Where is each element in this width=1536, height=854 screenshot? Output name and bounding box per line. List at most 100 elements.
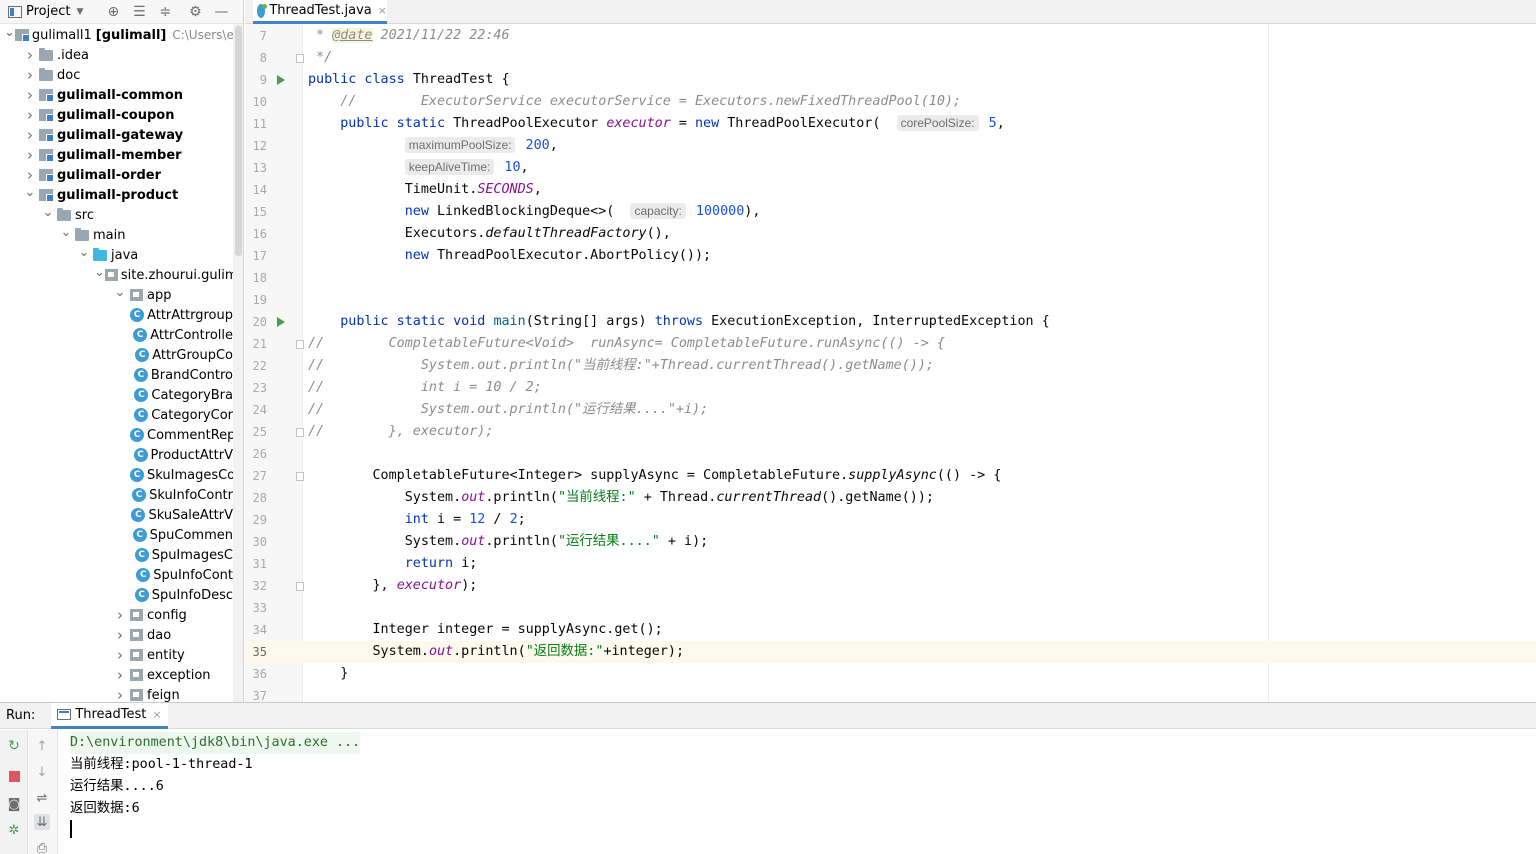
arrow-up-icon[interactable]: ↑ — [34, 738, 50, 754]
code-area[interactable]: 7 * @date 2021/11/22 22:46 8 */9 public cl… — [245, 24, 1536, 702]
tree-item[interactable]: C SpuImagesC — [0, 545, 233, 565]
debug-icon[interactable]: ✲ — [6, 822, 22, 838]
code-line[interactable]: 29 int i = 12 / 2; — [253, 509, 1536, 531]
code-editor[interactable]: 7 * @date 2021/11/22 22:46 8 */9 public cl… — [245, 24, 1536, 702]
code-line[interactable]: 31 return i; — [253, 553, 1536, 575]
tree-item[interactable]: › exception — [0, 665, 233, 685]
chevron-right-icon[interactable]: › — [22, 166, 38, 184]
tree-item[interactable]: › gulimall-member — [0, 145, 233, 165]
code-line[interactable]: 12 maximumPoolSize: 200, — [253, 135, 1536, 157]
code-line[interactable]: 19 — [253, 289, 1536, 311]
gear-icon[interactable]: ⚙ — [187, 4, 203, 20]
tree-item[interactable]: C CategoryBra — [0, 385, 233, 405]
code-line[interactable]: 26 — [253, 443, 1536, 465]
chevron-right-icon[interactable]: › — [112, 606, 128, 624]
fold-marker-icon[interactable] — [296, 340, 304, 349]
tree-item[interactable]: › feign — [0, 685, 233, 702]
settings-icon[interactable]: ▭ — [6, 848, 22, 854]
project-tree-scrollbar[interactable] — [233, 24, 243, 702]
tree-item[interactable]: ⌄ src — [0, 205, 233, 225]
chevron-right-icon[interactable]: › — [22, 146, 38, 164]
close-icon[interactable]: × — [152, 708, 161, 721]
code-line[interactable]: 24 // System.out.println("运行结果...."+i); — [253, 399, 1536, 421]
collapse-all-icon[interactable]: ≑ — [157, 4, 173, 20]
stop-icon[interactable] — [6, 768, 22, 784]
fold-marker-icon[interactable] — [296, 582, 304, 591]
run-gutter-icon[interactable] — [277, 317, 285, 327]
tree-item[interactable]: › gulimall-gateway — [0, 125, 233, 145]
tree-item[interactable]: C AttrControlle — [0, 325, 233, 345]
tree-item[interactable]: C SkuSaleAttrV — [0, 505, 233, 525]
tree-item[interactable]: C SkuInfoContr — [0, 485, 233, 505]
fold-marker-icon[interactable] — [296, 54, 304, 63]
project-view-selector[interactable]: Project — [26, 4, 70, 19]
tree-item[interactable]: › .idea — [0, 45, 233, 65]
scrollbar-thumb[interactable] — [235, 26, 242, 256]
code-line[interactable]: 10 // ExecutorService executorService = … — [253, 91, 1536, 113]
code-line[interactable]: 33 — [253, 597, 1536, 619]
chevron-right-icon[interactable]: › — [22, 66, 38, 84]
tree-item[interactable]: C CommentRep — [0, 425, 233, 445]
code-line[interactable]: 16 Executors.defaultThreadFactory(), — [253, 223, 1536, 245]
tree-item[interactable]: ⌄ gulimall1[gulimall] C:\Users\eric — [0, 25, 233, 45]
code-line[interactable]: 23 // int i = 10 / 2; — [253, 377, 1536, 399]
locate-file-icon[interactable]: ⊕ — [105, 4, 121, 20]
code-line[interactable]: 37 — [253, 685, 1536, 702]
code-line[interactable]: 30 System.out.println("运行结果...." + i); — [253, 531, 1536, 553]
tree-item[interactable]: ⌄ app — [0, 285, 233, 305]
tree-item[interactable]: ⌄ java — [0, 245, 233, 265]
tree-item[interactable]: › gulimall-coupon — [0, 105, 233, 125]
tree-item[interactable]: ⌄ site.zhourui.gulimal — [0, 265, 233, 285]
tree-item[interactable]: C SpuInfoCont — [0, 565, 233, 585]
scroll-to-end-icon[interactable]: ⇊ — [34, 814, 50, 830]
chevron-down-icon[interactable]: ⌄ — [22, 184, 38, 200]
console-output[interactable]: D:\environment\jdk8\bin\java.exe ... 当前线程… — [58, 730, 1536, 854]
code-line[interactable]: 32 }, executor); — [253, 575, 1536, 597]
code-line[interactable]: 18 — [253, 267, 1536, 289]
fold-marker-icon[interactable] — [296, 428, 304, 437]
tree-item[interactable]: C BrandContro — [0, 365, 233, 385]
tree-item[interactable]: ⌄ main — [0, 225, 233, 245]
tree-item[interactable]: › doc — [0, 65, 233, 85]
tree-item[interactable]: › entity — [0, 645, 233, 665]
chevron-down-icon[interactable]: ⌄ — [4, 24, 15, 40]
code-line[interactable]: 28 System.out.println("当前线程:" + Thread.c… — [253, 487, 1536, 509]
run-gutter-icon[interactable] — [277, 75, 285, 85]
code-line[interactable]: 21 // CompletableFuture<Void> runAsync= C… — [253, 333, 1536, 355]
code-line[interactable]: 34 Integer integer = supplyAsync.get(); — [253, 619, 1536, 641]
code-line[interactable]: 17 new ThreadPoolExecutor.AbortPolicy())… — [253, 245, 1536, 267]
code-line[interactable]: 9 public class ThreadTest { — [260, 69, 1536, 91]
chevron-right-icon[interactable]: › — [22, 126, 38, 144]
chevron-right-icon[interactable]: › — [112, 666, 128, 684]
chevron-right-icon[interactable]: › — [22, 46, 38, 64]
tree-item[interactable]: › dao — [0, 625, 233, 645]
chevron-right-icon[interactable]: › — [112, 626, 128, 644]
tree-item[interactable]: › config — [0, 605, 233, 625]
chevron-down-icon[interactable]: ▼ — [76, 7, 83, 17]
code-line[interactable]: 7 * @date 2021/11/22 22:46 — [260, 25, 1536, 47]
code-line[interactable]: 15 new LinkedBlockingDeque<>( capacity: … — [253, 201, 1536, 223]
chevron-down-icon[interactable]: ⌄ — [58, 224, 74, 240]
code-line[interactable]: 22 // System.out.println("当前线程:"+Thread.c… — [253, 355, 1536, 377]
expand-all-icon[interactable]: ☰ — [131, 4, 147, 20]
run-tab-threadtest[interactable]: ThreadTest × — [51, 702, 168, 729]
code-line[interactable]: 20 public static void main(String[] args… — [253, 311, 1536, 333]
code-line[interactable]: 11 public static ThreadPoolExecutor exec… — [253, 113, 1536, 135]
tree-item[interactable]: C AttrAttrgroup — [0, 305, 233, 325]
tab-threadtest-java[interactable]: ThreadTest.java × — [253, 0, 387, 24]
chevron-down-icon[interactable]: ⌄ — [112, 284, 128, 300]
code-line[interactable]: 14 TimeUnit.SECONDS, — [253, 179, 1536, 201]
code-line[interactable]: 13 keepAliveTime: 10, — [253, 157, 1536, 179]
tree-item[interactable]: C SpuInfoDesc — [0, 585, 233, 605]
code-line[interactable]: 25 // }, executor); — [253, 421, 1536, 443]
tree-item[interactable]: C ProductAttrV — [0, 445, 233, 465]
tree-item[interactable]: C SkuImagesCo — [0, 465, 233, 485]
soft-wrap-icon[interactable]: ⇌ — [34, 790, 50, 806]
code-line[interactable]: 27 CompletableFuture<Integer> supplyAsyn… — [253, 465, 1536, 487]
print-icon[interactable]: ⎙ — [34, 840, 50, 854]
arrow-down-icon[interactable]: ↓ — [34, 764, 50, 780]
chevron-down-icon[interactable]: ⌄ — [76, 244, 92, 260]
tree-item[interactable]: › gulimall-common — [0, 85, 233, 105]
chevron-down-icon[interactable]: ⌄ — [40, 204, 56, 220]
close-icon[interactable]: × — [378, 4, 387, 17]
